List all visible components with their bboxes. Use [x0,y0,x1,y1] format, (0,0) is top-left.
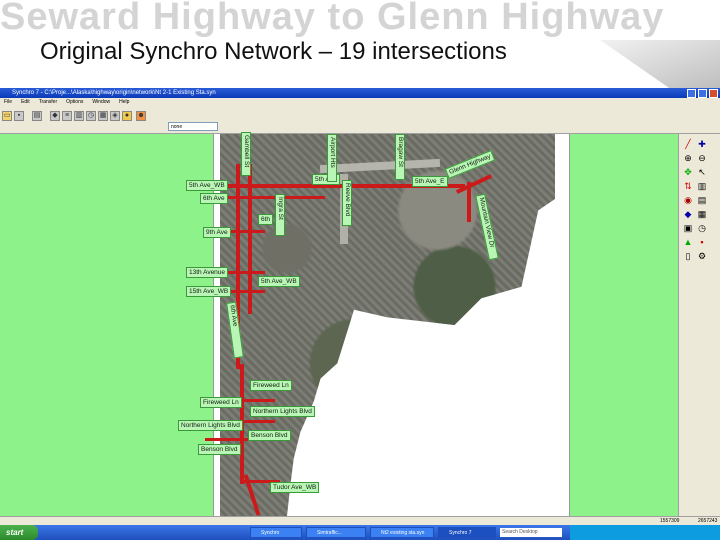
lanes-icon[interactable]: ≡ [62,111,72,121]
close-button[interactable] [709,89,718,98]
add-node-icon[interactable]: ✚ [696,138,708,150]
label-benson-right: Benson Blvd [248,430,291,441]
taskbar: start Synchro Simtraffic... Nt2 existing… [0,525,720,540]
sign-icon[interactable]: ▲ [682,236,694,248]
simulation-icon[interactable]: ◈ [110,111,120,121]
decorative-swoosh [600,40,720,90]
label-airport-hts: Airport Hts [327,134,337,182]
label-5th-ave-e: 5th Ave_E [412,176,448,187]
label-6th-ave: 6th Ave [200,193,228,204]
slide-heading-bg: Seward Highway to Glenn Highway [0,0,665,38]
volume-palette-icon[interactable]: ▥ [696,180,708,192]
optimize-icon[interactable]: ◆ [682,208,694,220]
task-item-active[interactable]: Synchro 7 [438,527,496,538]
node-field[interactable]: none [168,122,218,131]
maximize-button[interactable] [698,89,707,98]
label-benson-left: Benson Blvd [198,444,241,455]
print-icon[interactable]: ▤ [32,111,42,121]
tool-palette: ╱ ✚ ⊕ ⊖ ✥ ↖ ⇅ ▥ ◉ ▤ ◆ ▦ ▣ ◷ ▲ ▪ ▯ ⚙ [678,134,720,516]
los-icon[interactable]: ◉ [682,194,694,206]
system-tray [570,525,720,540]
zoom-out-icon[interactable]: ⊖ [696,152,708,164]
link-bragaw[interactable] [467,182,471,222]
window-title: Synchro 7 - C:\Proje...\Alaska\highway\o… [12,90,216,96]
menu-edit[interactable]: Edit [21,98,30,107]
node-icon[interactable]: ◆ [50,111,60,121]
timing-palette-icon[interactable]: ◷ [696,222,708,234]
map-canvas[interactable]: 5th Ave_WB 6th Ave 9th Ave 13th Avenue 1… [0,132,678,516]
detector-palette-icon[interactable]: ▯ [682,250,694,262]
zoom-in-icon[interactable]: ⊕ [682,152,694,164]
label-fireweed-left: Fireweed Ln [200,397,242,408]
toolbar: ▭ ▪ ▤ ◆ ≡ ▥ ◷ ▦ ◈ ● ☻ none [0,107,720,134]
timing-icon[interactable]: ◷ [86,111,96,121]
pan-icon[interactable]: ✥ [682,166,694,178]
save-icon[interactable]: ▪ [14,111,24,121]
synchro-screenshot: Synchro 7 - C:\Proje...\Alaska\highway\o… [0,88,720,540]
add-link-icon[interactable]: ╱ [682,138,694,150]
label-tudor: Tudor Ave_WB [270,482,320,493]
menu-help[interactable]: Help [119,98,129,107]
window-titlebar: Synchro 7 - C:\Proje...\Alaska\highway\o… [0,88,720,98]
label-15th-ave: 15th Ave_WB [186,286,232,297]
lanes-palette-icon[interactable]: ⇅ [682,180,694,192]
report-icon[interactable]: ☻ [136,111,146,121]
start-button[interactable]: start [0,525,38,540]
phasing-palette-icon[interactable]: ▦ [696,208,708,220]
menu-options[interactable]: Options [66,98,83,107]
label-5th-ave-w: 5th Ave_WB [186,180,228,191]
settings-icon[interactable]: ⚙ [696,250,708,262]
menu-transfer[interactable]: Transfer [39,98,57,107]
open-file-icon[interactable]: ▭ [2,111,12,121]
label-fireweed-right: Fireweed Ln [250,380,292,391]
minimize-button[interactable] [687,89,696,98]
label-bragaw: Bragaw St [395,134,405,180]
label-reeve-blvd: Reeve Blvd [342,180,352,226]
label-6th-mid: 6th [258,214,274,225]
menu-window[interactable]: Window [92,98,110,107]
desktop-search-input[interactable]: Search Desktop [500,528,562,537]
label-gambell: Gambell St [241,132,251,176]
label-13th-ave: 13th Avenue [186,267,229,278]
label-9th-ave: 9th Ave [203,227,231,238]
label-5th-ave-wb-lower: 5th Ave_WB [258,276,300,287]
menu-file[interactable]: File [4,98,12,107]
detector-icon[interactable]: ● [122,111,132,121]
task-item[interactable]: Nt2 existing sta.syn [370,527,434,538]
task-item[interactable]: Synchro [250,527,302,538]
label-northern-lights-left: Northern Lights Blvd [178,420,243,431]
phasing-icon[interactable]: ▦ [98,111,108,121]
task-item[interactable]: Simtraffic... [306,527,366,538]
report-palette-icon[interactable]: ▪ [696,236,708,248]
label-ingra: Ingra St [275,194,285,236]
volume-icon[interactable]: ▥ [74,111,84,121]
label-northern-lights-right: Northern Lights Blvd [250,406,315,417]
slide-title: Original Synchro Network – 19 intersecti… [40,38,507,65]
menu-bar: File Edit Transfer Options Window Help [0,98,720,107]
queue-icon[interactable]: ▤ [696,194,708,206]
select-icon[interactable]: ↖ [696,166,708,178]
lock-icon[interactable]: ▣ [682,222,694,234]
